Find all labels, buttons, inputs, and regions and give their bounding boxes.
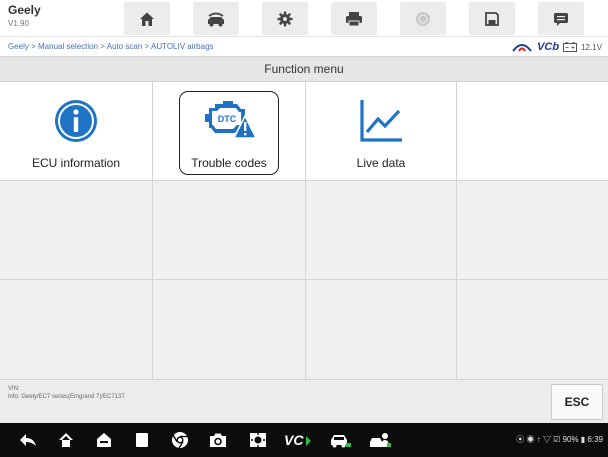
function-tile-trouble-codes[interactable]: DTC Trouble codes — [153, 82, 306, 181]
vci-label: VCb — [537, 41, 560, 53]
function-tile-empty — [0, 181, 153, 280]
save-icon — [485, 11, 499, 26]
maxifix-home-button[interactable] — [84, 423, 124, 457]
battery-voltage: 12.1V — [581, 42, 602, 52]
function-tile-empty — [306, 181, 457, 280]
back-button[interactable] — [8, 423, 48, 457]
print-button[interactable] — [331, 2, 377, 35]
function-tile-empty — [457, 82, 608, 181]
vin-label: VIN: — [8, 386, 20, 392]
recent-apps-icon — [136, 433, 148, 447]
function-tile-ecu-information[interactable]: ECU information — [0, 82, 153, 181]
function-tile-empty — [457, 280, 608, 379]
function-tile-empty — [457, 181, 608, 280]
remote-desk-button[interactable] — [320, 423, 360, 457]
breadcrumb-bar: Geely > Manual selection > Auto scan > A… — [0, 37, 608, 57]
vci-logo-icon: VC — [284, 432, 311, 448]
svg-text:DTC: DTC — [218, 114, 237, 124]
back-arrow-icon — [20, 434, 36, 446]
house-icon — [97, 433, 111, 447]
esc-button[interactable]: ESC — [551, 384, 603, 420]
function-tile-empty — [153, 280, 306, 379]
brightness-icon — [250, 433, 266, 447]
android-home-button[interactable] — [46, 423, 86, 457]
vci-manager-button[interactable]: VC — [278, 423, 318, 457]
android-home-icon — [59, 433, 73, 447]
function-label: Trouble codes — [191, 156, 267, 170]
vci-status: VCb 12.1V — [511, 40, 602, 54]
print-icon — [346, 11, 362, 26]
home-icon — [140, 12, 154, 26]
settings-button[interactable] — [262, 2, 308, 35]
vehicle-info-bar: VIN: Info: Geely/EC7 series(Emgrand 7)/E… — [0, 379, 608, 423]
display-settings-button[interactable] — [238, 423, 278, 457]
support-button[interactable] — [360, 423, 400, 457]
chrome-button[interactable] — [160, 423, 200, 457]
svg-text:VC: VC — [284, 432, 304, 448]
function-tile-empty — [0, 280, 153, 379]
home-button[interactable] — [124, 2, 170, 35]
browser-icon — [172, 432, 188, 449]
vehicle-swap-button[interactable] — [193, 2, 239, 35]
battery-icon — [563, 42, 578, 52]
help-icon — [416, 11, 430, 26]
page-title: Function menu — [0, 57, 608, 82]
app-version: V1.90 — [8, 19, 29, 28]
vehicle-info: Info: Geely/EC7 series(Emgrand 7)/EC713T — [8, 394, 126, 400]
vehicle-swap-icon — [208, 12, 224, 26]
app-name: Geely — [8, 3, 41, 17]
vci-connection-icon — [512, 44, 532, 52]
info-icon — [55, 100, 97, 142]
function-label: Live data — [356, 156, 406, 170]
recent-apps-button[interactable] — [122, 423, 162, 457]
dtc-engine-warning-icon: DTC — [205, 101, 257, 139]
car-service-icon — [331, 435, 351, 448]
data-logging-icon — [554, 12, 568, 26]
breadcrumb: Geely > Manual selection > Auto scan > A… — [8, 42, 214, 51]
function-label: ECU information — [31, 156, 121, 170]
screenshot-button[interactable] — [198, 423, 238, 457]
system-navigation-bar: VC ⦿ ◉ ↑ ▽ ☑ 90% ▮ 6:39 — [0, 423, 608, 457]
car-person-icon — [370, 433, 391, 447]
top-toolbar: Geely V1.90 — [0, 0, 608, 37]
system-status: ⦿ ◉ ↑ ▽ ☑ 90% ▮ 6:39 — [516, 435, 603, 444]
function-tile-live-data[interactable]: Live data — [306, 82, 457, 181]
save-button[interactable] — [469, 2, 515, 35]
data-logging-button[interactable] — [538, 2, 584, 35]
function-grid: ECU information DTC Trouble codes Live d… — [0, 82, 608, 379]
function-tile-empty — [306, 280, 457, 379]
function-tile-empty — [153, 181, 306, 280]
camera-icon — [210, 433, 226, 447]
settings-gear-icon — [277, 11, 293, 26]
help-button[interactable] — [400, 2, 446, 35]
line-chart-icon — [360, 100, 402, 142]
